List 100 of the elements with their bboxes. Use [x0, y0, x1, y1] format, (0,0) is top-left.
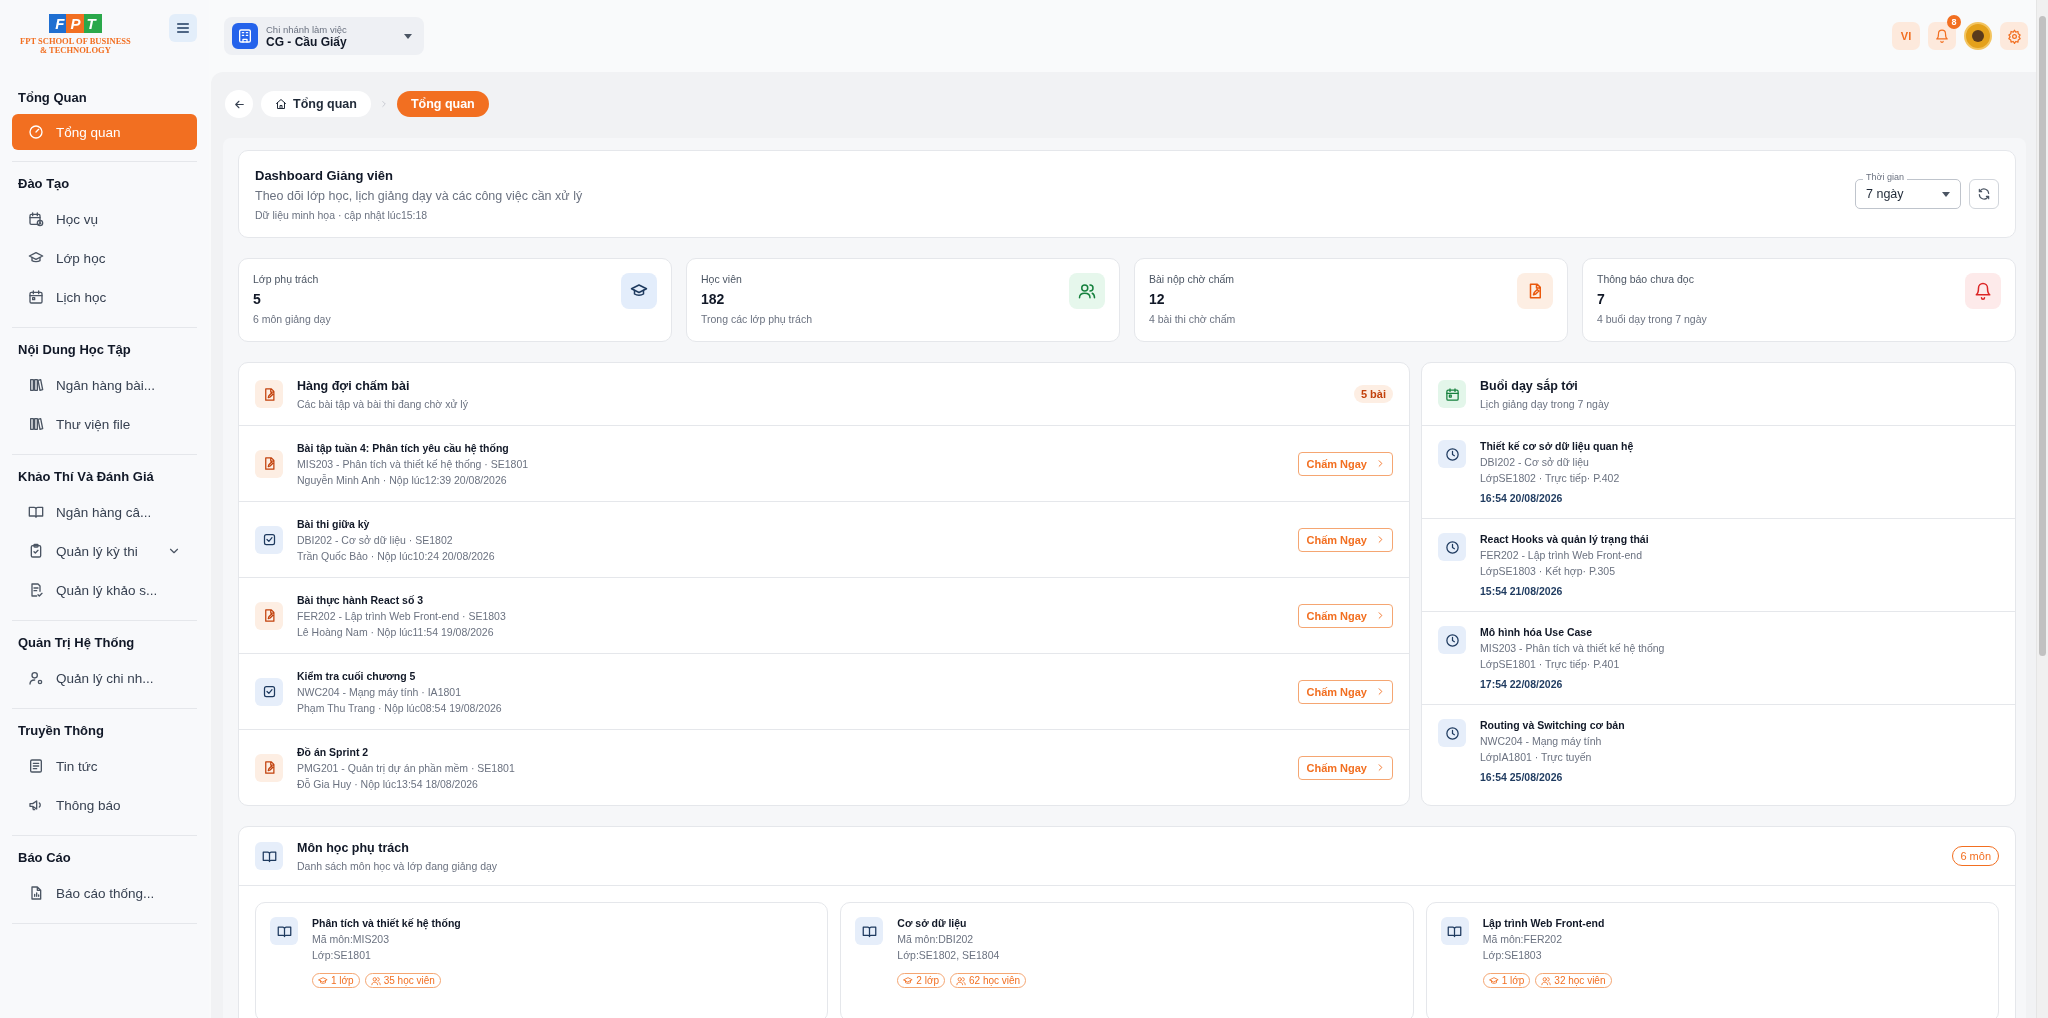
- submission-title: Bài thực hành React số 3: [297, 593, 425, 606]
- course-info: NWC204 - Mạng máy tính · IA1801: [297, 685, 462, 698]
- sidebar-item[interactable]: Tin tức: [12, 747, 197, 785]
- count-badge: 5 bài: [1353, 385, 1393, 403]
- subject-card[interactable]: Phân tích và thiết kế hệ thống Mã môn:MIS203 Lớp:SE1801 1 lớp 35 học viên: [255, 902, 829, 1018]
- clock-icon: [1444, 539, 1460, 555]
- sidebar-item[interactable]: Ngân hàng bài...: [12, 366, 197, 404]
- clock-icon: [1444, 446, 1460, 462]
- user-icon: [28, 670, 44, 686]
- clipboard-check-icon: [28, 543, 44, 559]
- subject-code: Mã môn:DBI202: [897, 933, 975, 945]
- submission-info: Lê Hoàng Nam · Nộp lúc11:54 19/08/2026: [297, 625, 495, 638]
- sidebar-item[interactable]: Quản lý khảo s...: [12, 571, 197, 609]
- stat-label: Bài nộp chờ chấm: [1149, 273, 1236, 285]
- sidebar-item[interactable]: Ngân hàng câ...: [12, 493, 197, 531]
- sidebar-item[interactable]: Học vụ: [12, 200, 197, 238]
- stat-value: 12: [1149, 291, 1166, 307]
- sidebar-item[interactable]: Quản lý chi nh...: [12, 659, 197, 697]
- avatar[interactable]: [1964, 22, 1992, 50]
- settings-icon: [2006, 28, 2022, 44]
- books-icon: [28, 377, 44, 393]
- book-icon: [1447, 923, 1463, 939]
- submission-title: Đồ án Sprint 2: [297, 745, 370, 758]
- sidebar-item[interactable]: Lịch học: [12, 278, 197, 316]
- section-title: Nội Dung Học Tập: [17, 341, 132, 359]
- subject-card[interactable]: Lập trình Web Front-end Mã môn:FER202 Lớp:SE1803 1 lớp 32 học viên: [1425, 902, 1999, 1018]
- session-details: LớpSE1801 · Trực tiếp· P.401: [1480, 658, 1621, 670]
- breadcrumb-item[interactable]: Tổng quan: [261, 91, 371, 117]
- newspaper-icon: [28, 758, 44, 774]
- sidebar-item[interactable]: Lớp học: [12, 239, 197, 277]
- sidebar-item[interactable]: Quản lý kỳ thi: [12, 532, 197, 570]
- dashboard-subtitle: Theo dõi lớp học, lịch giảng dạy và các công việc cần xử lý: [255, 188, 584, 203]
- submission-info: Trần Quốc Bảo · Nộp lúc10:24 20/08/2026: [297, 549, 496, 562]
- logo: FPT FPT SCHOOL OF BUSINESS & TECHNOLOGY: [20, 14, 131, 55]
- stat-value: 5: [253, 291, 262, 307]
- users-icon: [370, 975, 381, 986]
- book-icon: [276, 923, 292, 939]
- users-icon: [956, 975, 966, 986]
- section-title: Quản Trị Hệ Thống: [17, 634, 136, 652]
- session-time: 16:54 20/08/2026: [1480, 492, 1564, 504]
- document-check-icon: [28, 582, 44, 598]
- count-badge: 6 môn: [1952, 846, 1999, 866]
- bell-icon: [1935, 29, 1949, 43]
- subject-classes: Lớp:SE1802, SE1804: [897, 949, 1001, 961]
- stat-note: 4 buổi dạy trong 7 ngày: [1597, 313, 1708, 325]
- refresh-icon: [1977, 187, 1991, 201]
- section-title: Tổng Quan: [17, 89, 88, 107]
- scrollbar[interactable]: [2036, 0, 2048, 1018]
- field-label: Thời gian: [1863, 172, 1907, 182]
- books-icon: [28, 416, 44, 432]
- report-icon: [28, 885, 44, 901]
- session-title: Mô hình hóa Use Case: [1480, 626, 1594, 638]
- sidebar-item[interactable]: Thông báo: [12, 786, 197, 824]
- card-title: Buổi dạy sắp tới: [1480, 378, 1579, 393]
- card-subtitle: Các bài tập và bài thi đang chờ xử lý: [297, 397, 469, 410]
- settings-button[interactable]: [2000, 22, 2028, 50]
- stat-label: Học viên: [701, 273, 743, 285]
- card-title: Hàng đợi chấm bài: [297, 378, 411, 393]
- bell-icon: [1974, 282, 1992, 300]
- subject-card[interactable]: Cơ sở dữ liệu Mã môn:DBI202 Lớp:SE1802, SE1804 2 lớp 62 học viên: [840, 902, 1414, 1018]
- session-title: React Hooks và quản lý trạng thái: [1480, 533, 1650, 545]
- course-info: DBI202 - Cơ sở dữ liệu · SE1802: [297, 533, 454, 546]
- book-icon: [861, 923, 877, 939]
- submission-title: Bài tập tuần 4: Phân tích yêu cầu hệ thống: [297, 441, 510, 454]
- course-info: PMG201 - Quản trị dự án phần mềm · SE1801: [297, 761, 516, 774]
- calendar-icon: [1444, 386, 1460, 402]
- stat-label: Lớp phụ trách: [253, 273, 320, 285]
- clock-icon: [1444, 632, 1460, 648]
- calendar-icon: [28, 289, 44, 305]
- megaphone-icon: [28, 797, 44, 813]
- submission-info: Phạm Thu Trang · Nộp lúc08:54 19/08/2026: [297, 701, 503, 714]
- menu-icon: [175, 20, 191, 36]
- graduation-cap-icon: [318, 975, 328, 986]
- session-time: 16:54 25/08/2026: [1480, 771, 1564, 783]
- course-info: MIS203 - Phân tích và thiết kế hệ thống: [1480, 642, 1666, 654]
- session-details: LớpIA1801 · Trực tuyến: [1480, 751, 1593, 763]
- submission-title: Kiểm tra cuối chương 5: [297, 669, 417, 682]
- stat-value: 182: [701, 291, 726, 307]
- notification-badge: 8: [1947, 15, 1961, 29]
- branch-selector[interactable]: Chi nhánh làm việc CG - Cầu Giấy: [224, 17, 424, 55]
- session-time: 17:54 22/08/2026: [1480, 678, 1564, 690]
- dashboard-title: Dashboard Giảng viên: [255, 167, 394, 183]
- stat-note: 6 môn giảng dạy: [253, 313, 332, 325]
- session-title: Thiết kế cơ sở dữ liệu quan hệ: [1480, 440, 1635, 452]
- section-title: Đào Tạo: [17, 175, 71, 193]
- refresh-button[interactable]: [1969, 179, 1999, 209]
- session-time: 15:54 21/08/2026: [1480, 585, 1564, 597]
- sidebar-item[interactable]: Báo cáo thống...: [12, 874, 197, 912]
- calendar-clock-icon: [28, 211, 44, 227]
- sidebar-item[interactable]: Thư viện file: [12, 405, 197, 443]
- course-info: DBI202 - Cơ sở dữ liệu: [1480, 456, 1590, 468]
- submission-info: Nguyễn Minh Anh · Nộp lúc12:39 20/08/2026: [297, 473, 508, 486]
- course-info: NWC204 - Mạng máy tính: [1480, 735, 1603, 747]
- course-info: FER202 - Lập trình Web Front-end · SE1803: [297, 609, 507, 622]
- subject-name: Phân tích và thiết kế hệ thống: [312, 917, 462, 929]
- course-info: FER202 - Lập trình Web Front-end: [1480, 549, 1644, 561]
- card-subtitle: Lịch giảng dạy trong 7 ngày: [1480, 397, 1610, 410]
- menu-button[interactable]: [169, 14, 197, 42]
- update-info: Dữ liệu minh họa · cập nhật lúc15:18: [255, 208, 429, 221]
- back-button[interactable]: [225, 90, 253, 118]
